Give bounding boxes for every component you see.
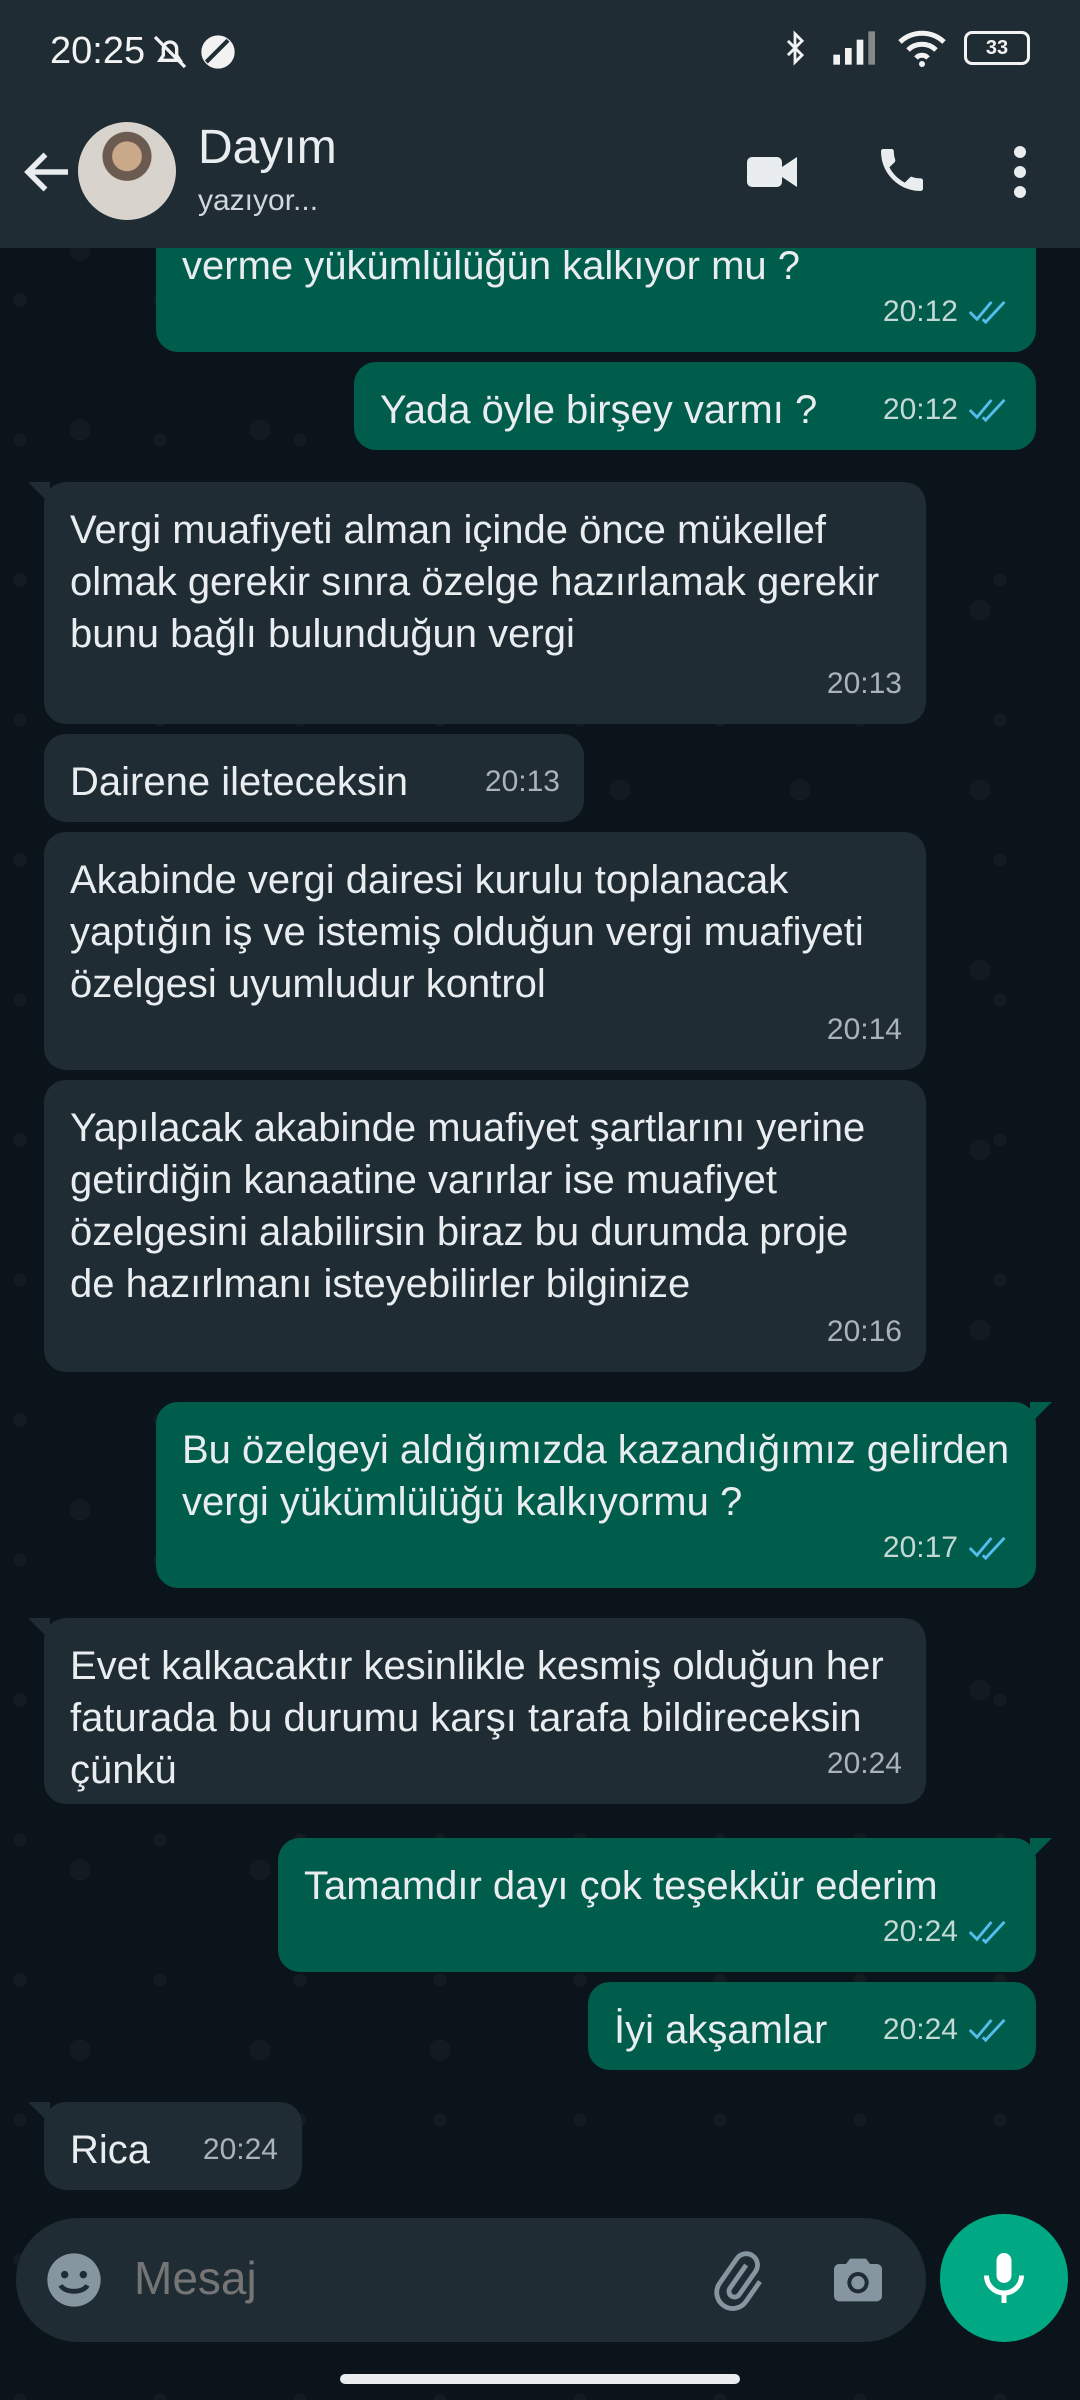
message-time: 20:17 xyxy=(882,1531,958,1564)
message-time: 20:24 xyxy=(826,1747,902,1780)
status-time: 20:25 xyxy=(50,30,146,72)
message-time: 20:24 xyxy=(882,2013,958,2046)
attach-icon[interactable] xyxy=(706,2248,770,2312)
read-ticks-icon xyxy=(968,1536,1006,1561)
mic-icon xyxy=(984,2253,1024,2303)
message-bubble-incoming[interactable]: Rica 20:24 xyxy=(28,2102,302,2190)
chat-header: Dayım yazıyor... xyxy=(0,100,1080,248)
wifi-icon xyxy=(898,30,946,67)
message-text: Vergi muafiyeti alman içinde önce mükell… xyxy=(70,508,880,656)
message-bubble-outgoing[interactable]: verme yükümlülüğün kalkıyor mu ? 20:12 xyxy=(156,248,1036,352)
message-time: 20:12 xyxy=(882,295,958,328)
message-bubble-outgoing[interactable]: Yada öyle birşey varmı ? 20:12 xyxy=(354,362,1036,450)
more-options-icon[interactable] xyxy=(1000,142,1040,202)
dnd-icon xyxy=(201,35,235,69)
read-ticks-icon xyxy=(968,2018,1006,2043)
voice-message-button[interactable] xyxy=(940,2214,1068,2342)
message-time: 20:24 xyxy=(202,2133,278,2166)
read-ticks-icon xyxy=(968,398,1006,423)
message-text: Yapılacak akabinde muafiyet şartlarını y… xyxy=(70,1106,866,1306)
message-text: Bu özelgeyi aldığımızda kazandığımız gel… xyxy=(182,1428,1010,1524)
message-composer xyxy=(16,2218,926,2342)
message-time: 20:16 xyxy=(826,1315,902,1348)
camera-icon[interactable] xyxy=(826,2248,890,2312)
message-text: Tamamdır dayı çok teşekkür ederim xyxy=(304,1864,938,1908)
message-bubble-outgoing[interactable]: Tamamdır dayı çok teşekkür ederim 20:24 xyxy=(278,1838,1052,1972)
message-bubble-outgoing[interactable]: Bu özelgeyi aldığımızda kazandığımız gel… xyxy=(156,1402,1052,1588)
message-text: Akabinde vergi dairesi kurulu toplanacak… xyxy=(70,858,864,1006)
emoji-icon[interactable] xyxy=(42,2248,106,2312)
message-bubble-incoming[interactable]: Vergi muafiyeti alman içinde önce mükell… xyxy=(28,482,926,724)
message-list[interactable]: verme yükümlülüğün kalkıyor mu ? 20:12 Y… xyxy=(0,248,1080,2208)
battery-level: 33 xyxy=(985,36,1009,59)
contact-name[interactable]: Dayım xyxy=(198,120,337,175)
status-bar: 20:25 33 xyxy=(0,0,1080,100)
message-bubble-incoming[interactable]: Yapılacak akabinde muafiyet şartlarını y… xyxy=(44,1080,926,1372)
message-time: 20:13 xyxy=(484,765,560,798)
message-time: 20:24 xyxy=(882,1915,958,1948)
message-time: 20:13 xyxy=(826,667,902,700)
message-time: 20:14 xyxy=(826,1013,902,1046)
avatar[interactable] xyxy=(78,122,176,220)
battery-icon: 33 xyxy=(964,31,1030,65)
read-ticks-icon xyxy=(968,300,1006,325)
message-bubble-outgoing[interactable]: İyi akşamlar 20:24 xyxy=(588,1982,1036,2070)
video-call-icon[interactable] xyxy=(742,142,802,202)
message-bubble-incoming[interactable]: Evet kalkacaktır kesinlikle kesmiş olduğ… xyxy=(28,1618,926,1804)
message-text: Evet kalkacaktır kesinlikle kesmiş olduğ… xyxy=(70,1644,884,1792)
read-ticks-icon xyxy=(968,1920,1006,1945)
message-bubble-incoming[interactable]: Dairene ileteceksin 20:13 xyxy=(44,734,584,822)
phone-icon[interactable] xyxy=(874,142,930,198)
message-time: 20:12 xyxy=(882,393,958,426)
home-indicator[interactable] xyxy=(340,2374,740,2384)
signal-icon xyxy=(833,31,875,65)
mute-icon xyxy=(153,35,187,69)
back-arrow-icon[interactable] xyxy=(18,142,78,202)
message-input[interactable] xyxy=(132,2250,696,2306)
contact-status: yazıyor... xyxy=(198,184,319,217)
message-bubble-incoming[interactable]: Akabinde vergi dairesi kurulu toplanacak… xyxy=(44,832,926,1070)
bluetooth-icon xyxy=(786,30,805,66)
